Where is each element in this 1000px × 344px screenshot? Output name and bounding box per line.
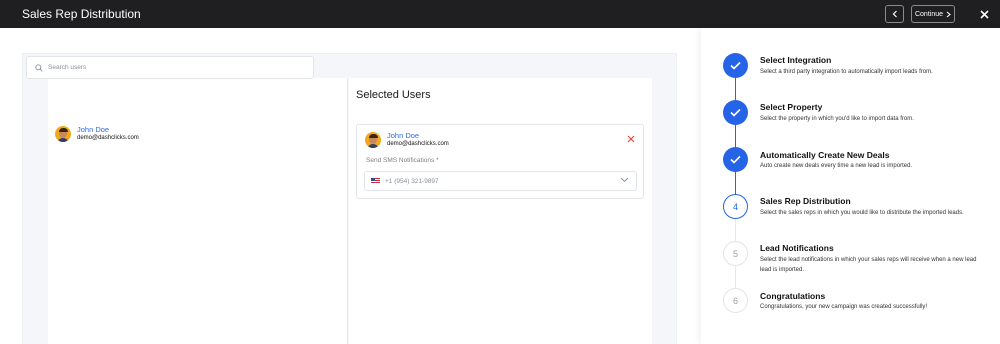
check-icon [730, 61, 741, 70]
back-button[interactable] [885, 5, 904, 23]
step-4-indicator: 4 [723, 194, 748, 219]
close-button[interactable] [976, 6, 992, 22]
avatar [55, 125, 71, 142]
step-2-title: Select Property [760, 102, 823, 112]
step-5-description: Select the lead notifications in which y… [760, 257, 977, 273]
check-icon [730, 108, 741, 117]
step-4-description: Select the sales reps in which you would… [760, 210, 964, 216]
step-1-indicator [723, 53, 748, 78]
chevron-left-icon [892, 10, 897, 18]
selected-users-title: Selected Users [356, 89, 431, 101]
step-4-title: Sales Rep Distribution [760, 196, 851, 206]
selected-user-card: John Doe demo@dashclicks.com Send SMS No… [356, 124, 644, 199]
step-3-title: Automatically Create New Deals [760, 150, 890, 160]
user-list-item[interactable]: John Doe demo@dashclicks.com [55, 125, 139, 142]
step-6-indicator: 6 [723, 288, 748, 313]
search-placeholder: Search users [48, 64, 87, 71]
step-connector [735, 170, 736, 195]
us-flag-icon [371, 178, 380, 184]
close-icon [979, 9, 989, 19]
selected-user-email: demo@dashclicks.com [387, 141, 449, 147]
step-3-description: Auto create new deals every time a new l… [760, 163, 913, 169]
remove-user-button[interactable] [627, 130, 637, 143]
step-3-indicator [723, 147, 748, 172]
step-2-indicator [723, 100, 748, 125]
step-6-title: Congratulations [760, 291, 826, 301]
phone-number: +1 (954) 321-9897 [385, 177, 439, 185]
selected-users-panel [349, 78, 652, 344]
avatar [365, 131, 381, 148]
step-connector [735, 265, 736, 289]
top-bar: Sales Rep Distribution Continue [0, 0, 1000, 28]
step-connector [735, 218, 736, 242]
selected-user: John Doe demo@dashclicks.com [365, 131, 449, 148]
step-1-description: Select a third party integration to auto… [760, 69, 933, 75]
check-icon [730, 155, 741, 164]
sms-notifications-label: Send SMS Notifications * [366, 157, 439, 164]
search-icon [35, 63, 43, 72]
step-connector [735, 123, 736, 147]
search-input[interactable]: Search users [26, 56, 314, 79]
user-name: John Doe [77, 125, 110, 134]
step-5-title: Lead Notifications [760, 243, 834, 253]
step-6-description: Congratulations, your new campaign was c… [760, 304, 928, 310]
users-panel [48, 78, 348, 344]
step-2-description: Select the property in which you'd like … [760, 116, 914, 122]
page-title: Sales Rep Distribution [22, 7, 141, 21]
continue-button[interactable]: Continue [911, 5, 955, 23]
continue-label: Continue [914, 10, 944, 18]
user-email: demo@dashclicks.com [77, 135, 139, 141]
step-1-title: Select Integration [760, 55, 832, 65]
step-5-indicator: 5 [723, 241, 748, 266]
step-connector [735, 77, 736, 100]
chevron-right-icon [946, 11, 951, 17]
selected-user-name: John Doe [387, 131, 420, 140]
chevron-down-icon [620, 177, 629, 183]
close-icon [627, 135, 635, 143]
phone-select[interactable]: +1 (954) 321-9897 [364, 171, 637, 191]
